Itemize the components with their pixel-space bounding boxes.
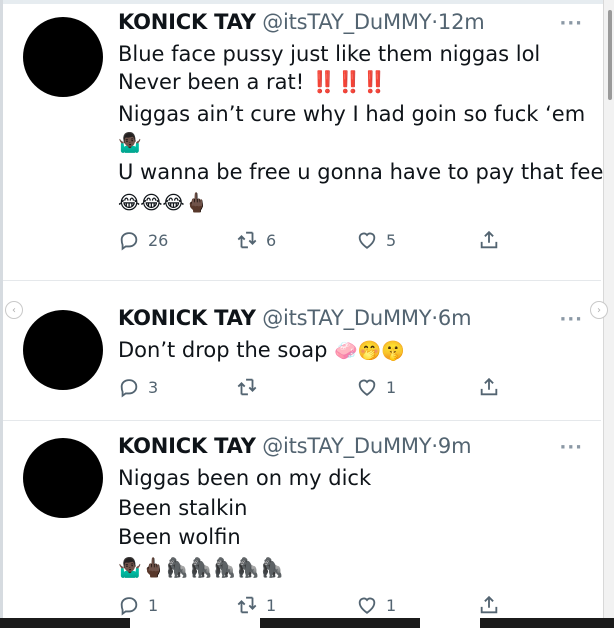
share-icon (480, 377, 498, 396)
like-count: 1 (386, 377, 397, 397)
retweet-icon (237, 231, 257, 249)
reply-button[interactable]: 26 (118, 229, 168, 251)
reply-count: 26 (148, 230, 169, 250)
tweet-actions: 1 1 1 (118, 594, 498, 620)
heart-icon (358, 597, 376, 614)
like-count: 1 (386, 595, 397, 615)
tweet-header: KONICK TAY @itsTAY_DuMMY·6m (118, 306, 472, 330)
avatar[interactable] (23, 17, 103, 97)
tweet-text: Don’t drop the soap (118, 338, 335, 362)
tweet[interactable]: KONICK TAY @itsTAY_DuMMY·9m ··· Niggas b… (3, 424, 601, 628)
avatar[interactable] (23, 310, 103, 390)
shrug-emoji: 🤷🏿‍♂️ (118, 132, 142, 154)
display-name[interactable]: KONICK TAY (118, 434, 256, 458)
reply-count: 1 (148, 595, 159, 615)
reply-icon (120, 232, 138, 251)
bottom-bar-segment (480, 618, 614, 628)
like-button[interactable]: 5 (356, 229, 396, 251)
reply-count: 3 (148, 377, 159, 397)
avatar[interactable] (23, 438, 103, 518)
timestamp[interactable]: 9m (438, 434, 472, 458)
emoji-line: 😂😂😂🖕🏿 (118, 192, 209, 214)
retweet-button[interactable]: 1 (236, 594, 276, 616)
retweet-count: 6 (266, 230, 277, 250)
tweet[interactable]: KONICK TAY @itsTAY_DuMMY·12m ··· Blue fa… (3, 0, 604, 280)
tweet-divider (3, 280, 601, 281)
retweet-icon (237, 378, 257, 396)
double-exclamation-emoji: ‼️‼️‼️ (310, 70, 387, 94)
reply-icon (120, 597, 138, 616)
tweet-text: Never been a rat! (118, 70, 311, 94)
more-options-icon[interactable]: ··· (559, 309, 583, 330)
reply-button[interactable]: 3 (118, 376, 158, 398)
heart-icon (358, 232, 376, 249)
soap-emoji: 🧼🤭🤫 (334, 340, 406, 362)
emoji-line: 🤷🏿‍♂️🖕🏿🦍🦍🦍🦍🦍 (118, 557, 284, 579)
more-options-icon[interactable]: ··· (559, 13, 583, 34)
user-handle[interactable]: @itsTAY_DuMMY (262, 434, 431, 458)
heart-icon (358, 379, 376, 396)
share-button[interactable] (478, 376, 500, 398)
display-name[interactable]: KONICK TAY (118, 306, 256, 330)
reply-icon (120, 379, 138, 398)
tweet-text-line: Niggas been on my dick (118, 466, 372, 490)
tweet-header: KONICK TAY @itsTAY_DuMMY·9m (118, 434, 472, 458)
retweet-button[interactable]: 6 (236, 229, 276, 251)
tweet-text-line: Been stalkin (118, 496, 248, 520)
share-icon (480, 230, 498, 249)
tweet-header: KONICK TAY @itsTAY_DuMMY·12m (118, 10, 485, 34)
tweet-actions: 26 6 5 (118, 229, 498, 255)
bottom-bar-segment (0, 618, 130, 628)
retweet-icon (237, 596, 257, 614)
share-button[interactable] (478, 229, 500, 251)
tweet[interactable]: KONICK TAY @itsTAY_DuMMY·6m ··· Don’t dr… (3, 296, 601, 420)
retweet-count: 1 (266, 595, 277, 615)
tweet-text-line: Niggas ain’t cure why I had goin so fuck… (118, 102, 586, 126)
more-options-icon[interactable]: ··· (559, 437, 583, 458)
user-handle[interactable]: @itsTAY_DuMMY (262, 306, 431, 330)
display-name[interactable]: KONICK TAY (118, 10, 256, 34)
bottom-strip (0, 618, 614, 628)
tweet-text-line: Never been a rat! ‼️‼️‼️ (118, 70, 387, 95)
tweet-text-line: Don’t drop the soap 🧼🤭🤫 (118, 338, 405, 362)
tweet-actions: 3 1 (118, 376, 498, 402)
share-button[interactable] (478, 594, 500, 616)
like-count: 5 (386, 230, 397, 250)
tweet-text-line: U wanna be free u gonna have to pay that… (118, 160, 604, 184)
like-button[interactable]: 1 (356, 594, 396, 616)
user-handle[interactable]: @itsTAY_DuMMY (262, 10, 431, 34)
timestamp[interactable]: 12m (438, 10, 485, 34)
share-icon (480, 595, 498, 614)
tweet-text-line: Been wolfin (118, 525, 241, 549)
tweet-text-line: Blue face pussy just like them niggas lo… (118, 42, 541, 66)
timestamp[interactable]: 6m (438, 306, 472, 330)
bottom-bar-segment (260, 618, 420, 628)
tweet-divider (3, 420, 601, 421)
retweet-button[interactable] (236, 376, 266, 398)
reply-button[interactable]: 1 (118, 594, 158, 616)
like-button[interactable]: 1 (356, 376, 396, 398)
scrollbar-thumb[interactable] (608, 10, 612, 100)
